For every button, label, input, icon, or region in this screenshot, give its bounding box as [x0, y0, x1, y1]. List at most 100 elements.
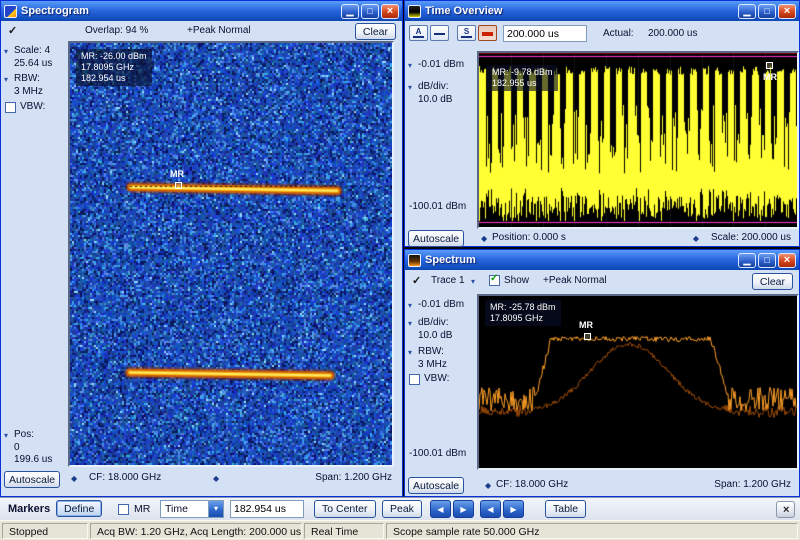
- time-overview-titlebar[interactable]: Time Overview ▁ □ ×: [405, 1, 799, 21]
- time-marker-readout: MR: -9.78 dBm 182.955 us: [487, 65, 558, 91]
- acquisition-info: Acq BW: 1.20 GHz, Acq Length: 200.000 us: [90, 523, 302, 539]
- line-icon: [413, 36, 424, 38]
- line-icon: [434, 33, 445, 35]
- dbdiv-value[interactable]: 10.0 dB: [418, 330, 452, 341]
- axis-marker-diamond-icon[interactable]: ◆: [213, 474, 219, 483]
- pos-value[interactable]: 0: [14, 442, 20, 453]
- check-icon: ✓: [8, 24, 17, 37]
- analysis-line-button[interactable]: [430, 25, 449, 41]
- spectrogram-display[interactable]: MR: -26.00 dBm 17.8095 GHz 182.954 us MR: [68, 41, 394, 467]
- readout-line: 17.8095 GHz: [490, 313, 556, 324]
- table-button[interactable]: Table: [545, 500, 586, 518]
- cf-label[interactable]: CF: 18.000 GHz: [89, 472, 161, 483]
- close-button[interactable]: ×: [381, 4, 399, 19]
- trace-select-label[interactable]: Trace 1: [431, 275, 465, 286]
- show-checkbox[interactable]: ✓: [489, 275, 500, 286]
- analysis-marker-a-button[interactable]: A: [409, 25, 428, 41]
- spectrogram-titlebar[interactable]: Spectrogram ▁ □ ×: [1, 1, 402, 21]
- minimize-button[interactable]: ▁: [341, 4, 359, 19]
- clear-button[interactable]: Clear: [355, 23, 396, 40]
- trace-dropdown-arrow-icon[interactable]: ▾: [471, 277, 475, 286]
- spectrum-panel: Spectrum ▁ □ × ✓ Trace 1 ▾ ✓ Show +Peak …: [404, 249, 800, 497]
- window-buttons: ▁ □ ×: [738, 4, 796, 19]
- dbdiv-value[interactable]: 10.0 dB: [418, 94, 452, 105]
- vbw-label: VBW:: [424, 373, 449, 384]
- next-peak-button[interactable]: ▶: [453, 500, 474, 518]
- time-overview-title: Time Overview: [425, 5, 738, 17]
- chevron-down-icon[interactable]: ▾: [408, 348, 412, 357]
- cf-label[interactable]: CF: 18.000 GHz: [496, 479, 568, 490]
- span-label[interactable]: Span: 1.200 GHz: [315, 472, 392, 483]
- chevron-down-icon[interactable]: ▾: [4, 75, 8, 84]
- minimize-button[interactable]: ▁: [738, 4, 756, 19]
- rbw-value[interactable]: 3 MHz: [14, 86, 43, 97]
- autoscale-button[interactable]: Autoscale: [408, 477, 464, 494]
- readout-line: 182.955 us: [492, 78, 553, 89]
- to-center-button[interactable]: To Center: [314, 500, 376, 518]
- scale-label[interactable]: Scale: 4: [14, 45, 50, 56]
- maximize-button[interactable]: □: [758, 253, 776, 268]
- sample-rate-info: Scope sample rate 50.000 GHz: [386, 523, 798, 539]
- chevron-down-icon[interactable]: ▾: [408, 301, 412, 310]
- combo-dropdown-arrow-icon[interactable]: ▾: [208, 501, 223, 517]
- rbw-label: RBW:: [418, 346, 444, 357]
- marker-domain-select[interactable]: Time ▾: [160, 500, 224, 518]
- position-label[interactable]: Position: 0.000 s: [492, 232, 566, 243]
- chevron-down-icon[interactable]: ▾: [4, 47, 8, 56]
- detector-label: +Peak Normal: [187, 25, 251, 36]
- spectrum-length-red-button[interactable]: [478, 25, 497, 41]
- analysis-length-input[interactable]: [503, 25, 587, 42]
- button-letter: A: [416, 28, 422, 35]
- spectrum-window-icon: [408, 254, 421, 267]
- mr-marker-square[interactable]: [584, 333, 591, 340]
- close-button[interactable]: ×: [778, 4, 796, 19]
- clear-button[interactable]: Clear: [752, 273, 793, 290]
- vbw-checkbox[interactable]: [409, 374, 420, 385]
- peak-right-button[interactable]: ▶: [503, 500, 524, 518]
- readout-line: 17.8095 GHz: [81, 62, 147, 73]
- peak-left-button[interactable]: ◀: [480, 500, 501, 518]
- top-level-label[interactable]: -0.01 dBm: [418, 299, 464, 310]
- check-icon: ✓: [412, 274, 421, 287]
- prev-peak-button[interactable]: ◀: [430, 500, 451, 518]
- spectrum-header-row: ✓ Trace 1 ▾ ✓ Show +Peak Normal Clear: [405, 272, 799, 292]
- readout-line: 182.954 us: [81, 73, 147, 84]
- axis-marker-diamond-icon[interactable]: ◆: [71, 474, 77, 483]
- mr-marker-square[interactable]: [175, 182, 182, 189]
- marker-enable-checkbox[interactable]: [118, 504, 129, 515]
- rbw-value[interactable]: 3 MHz: [418, 359, 447, 370]
- time-overview-display[interactable]: MR: -9.78 dBm 182.955 us MR: [477, 51, 799, 229]
- mr-marker-square[interactable]: [766, 62, 773, 69]
- markers-label: Markers: [8, 503, 50, 515]
- acquisition-mode: Real Time: [304, 523, 384, 539]
- position-diamond-icon: ◆: [481, 234, 487, 243]
- top-level-label[interactable]: -0.01 dBm: [418, 59, 464, 70]
- bottom-level-label: -100.01 dBm: [409, 201, 466, 212]
- spectrum-titlebar[interactable]: Spectrum ▁ □ ×: [405, 250, 799, 270]
- spectrogram-canvas[interactable]: [70, 43, 392, 465]
- define-button[interactable]: Define: [56, 500, 102, 517]
- chevron-down-icon[interactable]: ▾: [408, 83, 412, 92]
- maximize-button[interactable]: □: [361, 4, 379, 19]
- marker-position-input[interactable]: [230, 500, 304, 518]
- maximize-button[interactable]: □: [758, 4, 776, 19]
- vbw-checkbox[interactable]: [5, 102, 16, 113]
- peak-button[interactable]: Peak: [382, 500, 422, 518]
- spectrum-marker-s-button[interactable]: S: [457, 25, 476, 41]
- readout-line: MR: -25.78 dBm: [490, 302, 556, 313]
- autoscale-button[interactable]: Autoscale: [408, 230, 464, 247]
- close-button[interactable]: ×: [778, 253, 796, 268]
- span-label[interactable]: Span: 1.200 GHz: [714, 479, 791, 490]
- chevron-down-icon[interactable]: ▾: [408, 319, 412, 328]
- actual-value: 200.000 us: [648, 28, 698, 39]
- chevron-down-icon[interactable]: ▾: [408, 61, 412, 70]
- chevron-down-icon[interactable]: ▾: [4, 431, 8, 440]
- show-label: Show: [504, 275, 529, 286]
- readout-line: MR: -9.78 dBm: [492, 67, 553, 78]
- autoscale-button[interactable]: Autoscale: [4, 471, 60, 488]
- time-scale-label[interactable]: Scale: 200.000 us: [711, 232, 791, 243]
- bottom-level-label: -100.01 dBm: [409, 448, 466, 459]
- markers-close-button[interactable]: ×: [776, 501, 795, 518]
- spectrum-display[interactable]: MR: -25.78 dBm 17.8095 GHz MR: [477, 294, 799, 470]
- minimize-button[interactable]: ▁: [738, 253, 756, 268]
